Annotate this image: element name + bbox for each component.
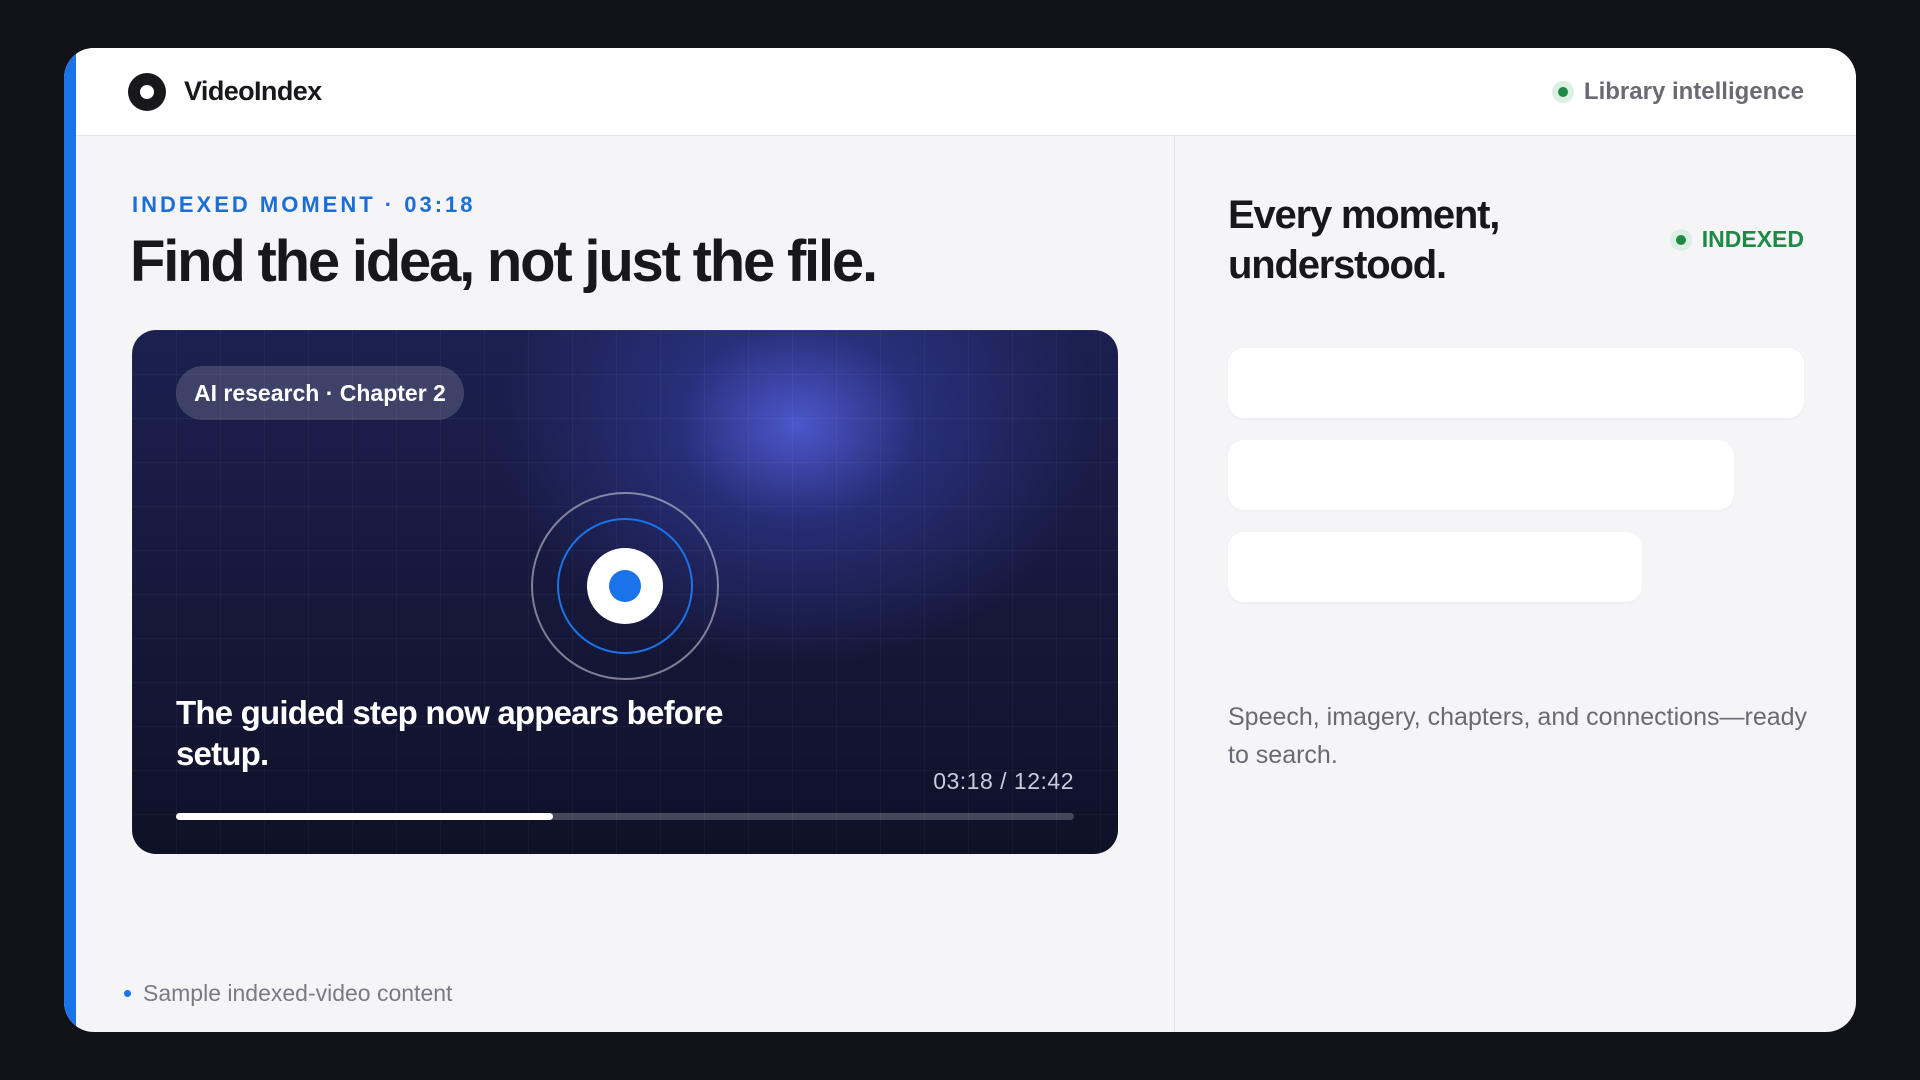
eyebrow-label: INDEXED MOMENT · 03:18 [132,192,476,217]
footer-note: Sample indexed-video content [124,980,452,1007]
panel-description: Speech, imagery, chapters, and connectio… [1228,703,1808,769]
progress-fill [176,813,554,820]
top-header: VideoIndex Library intelligence [76,48,1856,136]
video-player[interactable]: AI research · Chapter 2 The guided step … [132,330,1118,854]
page-title: Find the idea, not just the file. [130,229,878,294]
footer-note-text: Sample indexed-video content [143,980,453,1006]
panel-divider [1174,136,1175,1032]
skeleton-row [1228,348,1804,418]
skeleton-row [1228,532,1642,602]
bullet-dot-icon [124,990,131,997]
time-display: 03:18 / 12:42 [933,768,1074,794]
indexed-badge-label: INDEXED [1701,226,1804,252]
video-caption: The guided step now appears before setup… [176,694,724,772]
indexed-badge: INDEXED [1669,226,1804,253]
skeleton-row [1228,440,1734,510]
status-dot-icon [1551,80,1574,103]
status-dot-icon [1669,228,1692,251]
main-card: VideoIndex Library intelligence INDEXED … [64,48,1856,1032]
progress-track[interactable] [176,813,1074,820]
chapter-chip[interactable]: AI research · Chapter 2 [176,366,464,420]
accent-bar [64,48,76,1032]
header-status-label: Library intelligence [1583,77,1804,105]
target-rings-icon[interactable] [530,491,720,681]
header-status: Library intelligence [1551,77,1804,106]
brand-logo-icon [128,72,166,111]
brand-name: VideoIndex [184,76,322,106]
panel-title: Every moment, understood. [1228,193,1500,287]
